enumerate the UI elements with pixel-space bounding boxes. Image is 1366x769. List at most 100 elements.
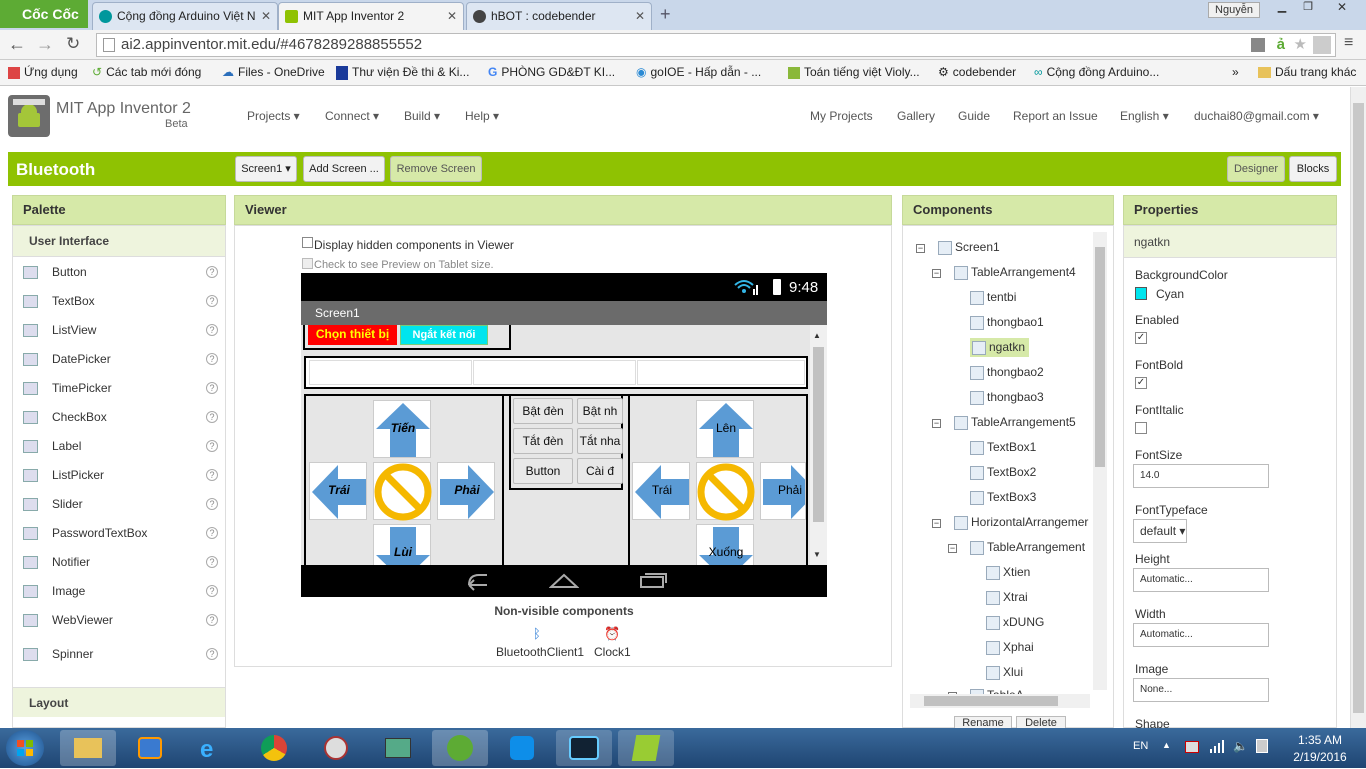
ie-taskbar-button[interactable]: e [184,730,240,766]
delete-button[interactable]: Delete [1016,716,1066,728]
restore-button[interactable]: ❐ [1296,0,1320,18]
reload-icon[interactable]: ↻ [66,34,80,54]
palette-item-slider[interactable]: Slider? [14,490,224,519]
rename-button[interactable]: Rename [954,716,1012,728]
palette-section-layout[interactable]: Layout [13,687,225,717]
tree-item-horizontalarrangemer[interactable]: HorizontalArrangemer [954,515,1088,530]
palette-item-webviewer[interactable]: WebViewer? [14,606,224,635]
link-guide[interactable]: Guide [958,109,990,123]
tree-item-tablearrangement4[interactable]: TableArrangement4 [954,265,1076,280]
coccoc-spell-icon[interactable]: ả [1277,34,1285,56]
notepad-taskbar-button[interactable] [618,730,674,766]
left-pad-down-button[interactable]: Lùi [373,524,431,565]
scrollbar-thumb[interactable] [924,696,1058,706]
address-bar[interactable]: ai2.appinventor.mit.edu/#467828928885555… [96,33,1336,57]
palette-item-spinner[interactable]: Spinner? [14,640,224,669]
tree-toggle-icon[interactable]: − [916,244,925,253]
help-icon[interactable]: ? [206,648,218,660]
link-report-issue[interactable]: Report an Issue [1013,109,1098,123]
help-icon[interactable]: ? [206,411,218,423]
language-indicator[interactable]: EN [1133,740,1148,752]
browser-brand-button[interactable]: Cốc Cốc [0,0,88,28]
back-icon[interactable]: ← [8,34,26,55]
forward-icon[interactable]: → [36,34,54,55]
remove-screen-button[interactable]: Remove Screen [390,156,482,182]
menu-help[interactable]: Help ▾ [465,109,499,123]
media-player-taskbar-button[interactable] [122,730,178,766]
taskbar-date[interactable]: 2/19/2016 [1288,750,1352,764]
menu-projects[interactable]: Projects ▾ [247,109,300,123]
menu-build[interactable]: Build ▾ [404,109,440,123]
cyan-swatch[interactable] [1135,287,1147,300]
right-pad-right-button[interactable]: Phải [760,462,806,520]
bookmarks-more[interactable]: » [1232,65,1239,79]
left-pad-right-button[interactable]: Phải [437,462,495,520]
menu-icon[interactable]: ≡ [1344,34,1353,52]
help-icon[interactable]: ? [206,353,218,365]
power-icon[interactable] [1256,739,1268,753]
tree-item-textbox3[interactable]: TextBox3 [970,490,1036,505]
bookmark-thuvien[interactable]: Thư viện Đề thi & Ki... [336,65,469,80]
volume-icon[interactable]: 🔈 [1233,739,1248,753]
tree-item-xphai[interactable]: Xphai [986,640,1034,655]
right-pad-down-button[interactable]: Xuống [696,524,754,565]
horn-off-button[interactable]: Tắt nha [577,428,623,454]
help-icon[interactable]: ? [206,527,218,539]
link-my-projects[interactable]: My Projects [810,109,873,123]
palette-item-checkbox[interactable]: CheckBox? [14,403,224,432]
left-pad-stop-button[interactable] [373,462,432,521]
components-vscrollbar[interactable] [1093,232,1107,690]
palette-item-label[interactable]: Label? [14,432,224,461]
palette-section-user-interface[interactable]: User Interface [13,226,225,257]
close-icon[interactable]: ✕ [635,3,645,29]
remote-taskbar-button[interactable] [556,730,612,766]
bookmark-codebender[interactable]: ⚙ codebender [938,65,1016,79]
prop-typeface-select[interactable]: default ▾ [1133,519,1187,543]
help-icon[interactable]: ? [206,614,218,626]
tree-item-thongbao3[interactable]: thongbao3 [970,390,1044,405]
link-gallery[interactable]: Gallery [897,109,935,123]
scrollbar-thumb[interactable] [1095,247,1105,467]
page-scrollbar[interactable] [1350,87,1366,728]
right-pad-up-button[interactable]: Lên [696,400,754,458]
bookmark-apps[interactable]: Ứng dụng [8,65,78,79]
components-hscrollbar[interactable] [910,694,1090,708]
tree-item-textbox2[interactable]: TextBox2 [970,465,1036,480]
light-off-button[interactable]: Tắt đèn [513,428,573,454]
scroll-down-icon[interactable]: ▼ [813,550,821,559]
download-icon[interactable] [1313,36,1331,54]
menu-account[interactable]: duchai80@gmail.com ▾ [1194,109,1319,123]
tab-arduino[interactable]: Cộng đồng Arduino Việt N ✕ [92,2,278,30]
close-icon[interactable]: ✕ [261,3,271,29]
help-icon[interactable]: ? [206,382,218,394]
palette-item-listpicker[interactable]: ListPicker? [14,461,224,490]
left-pad-left-button[interactable]: Trái [309,462,367,520]
blocks-button[interactable]: Blocks [1289,156,1337,182]
bookmark-arduino[interactable]: ∞ Cộng đồng Arduino... [1034,65,1159,79]
tree-item-xtrai[interactable]: Xtrai [986,590,1028,605]
taskbar-time[interactable]: 1:35 AM [1293,733,1347,747]
tree-item-tablearrangement[interactable]: TableArrangement [970,540,1085,555]
tree-toggle-icon[interactable]: − [932,519,941,528]
tree-item-screen1[interactable]: Screen1 [938,240,1000,255]
horn-on-button[interactable]: Bật nh [577,398,623,424]
palette-item-button[interactable]: Button? [14,258,224,287]
bookmark-other[interactable]: Dấu trang khác [1258,65,1356,79]
chrome-taskbar-button[interactable] [246,730,302,766]
show-hidden-icons[interactable]: ▲ [1162,740,1171,750]
palette-item-listview[interactable]: ListView? [14,316,224,345]
tree-toggle-icon[interactable]: − [932,419,941,428]
prop-enabled-checkbox[interactable]: ✓ [1135,332,1147,344]
network-icon[interactable] [1209,739,1225,753]
prop-image-input[interactable]: None... [1133,678,1269,702]
palette-item-datepicker[interactable]: DatePicker? [14,345,224,374]
palette-item-timepicker[interactable]: TimePicker? [14,374,224,403]
textbox2[interactable] [473,360,636,385]
back-nav-icon[interactable] [461,571,491,591]
translate-icon[interactable] [1251,38,1265,52]
bookmark-onedrive[interactable]: ☁ Files - OneDrive [222,65,325,79]
tree-toggle-icon[interactable]: − [932,269,941,278]
help-icon[interactable]: ? [206,585,218,597]
help-icon[interactable]: ? [206,324,218,336]
help-icon[interactable]: ? [206,266,218,278]
